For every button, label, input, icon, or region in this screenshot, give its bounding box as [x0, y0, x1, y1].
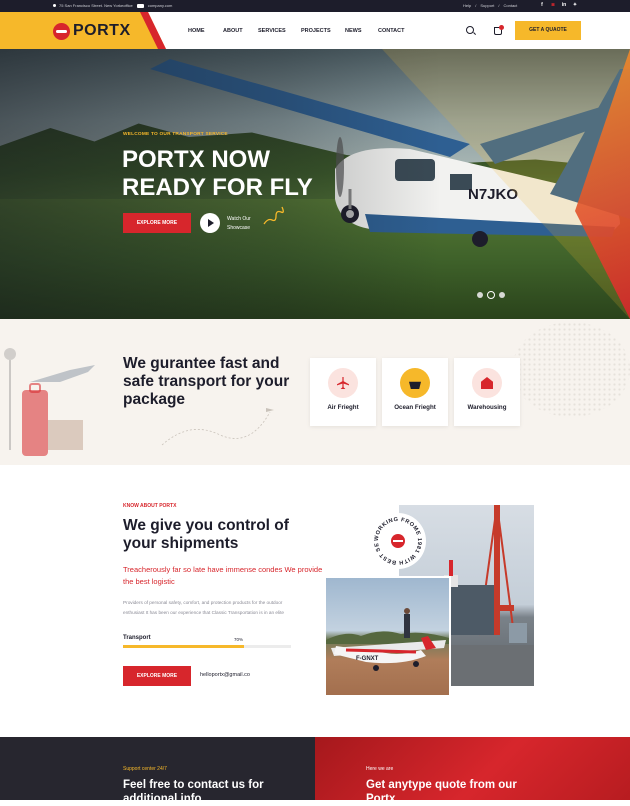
support-subtitle: Support center 24/7: [123, 766, 167, 772]
slider-dot[interactable]: [477, 292, 483, 298]
link-separator: /: [475, 3, 477, 8]
location-icon: [53, 4, 56, 7]
slider-dot-active[interactable]: [487, 291, 495, 299]
logo-mark-icon: [53, 22, 70, 40]
nav-contact[interactable]: CONTACT: [378, 28, 404, 34]
cart-badge: [499, 25, 504, 30]
email-suffix: company.com: [147, 3, 173, 8]
get-quote-button[interactable]: GET A QUAOTE: [515, 21, 581, 40]
service-card-label: Air Frieght: [327, 404, 359, 411]
small-plane-image: F-GNXT: [324, 576, 451, 697]
logo-text: PORTX: [73, 22, 131, 39]
about-title: We give you control of your shipments: [123, 517, 289, 552]
nav-services[interactable]: SERVICES: [258, 28, 301, 34]
hero-title: PORTX NOW READY FOR FLY: [122, 146, 313, 201]
contact-link[interactable]: Contact: [504, 3, 518, 8]
address-text: 75 San Francisco Street. New Yorkeoffice: [59, 3, 133, 8]
nav-news[interactable]: NEWS: [345, 28, 378, 34]
squiggle-icon: [263, 206, 284, 225]
play-icon[interactable]: [200, 213, 220, 233]
about-highlight: Treacherously far so late have immense c…: [123, 565, 323, 586]
twitter-icon[interactable]: ✦: [572, 2, 578, 9]
hero-explore-button[interactable]: EXPLORE MORE: [123, 213, 191, 233]
service-card-label: Ocean Frieght: [394, 404, 436, 411]
top-links: Help / Support / Contact: [463, 3, 517, 8]
slider-dots: [477, 291, 505, 299]
support-link[interactable]: Support: [480, 3, 494, 8]
warehouse-icon: [472, 368, 502, 398]
about-text: Providers of personal safety, comfort, a…: [123, 600, 285, 615]
instagram-icon[interactable]: ◙: [550, 2, 556, 9]
support-title: Feel free to contact us for additional i…: [123, 779, 264, 805]
service-card-label: Warehousing: [467, 404, 507, 411]
help-link[interactable]: Help: [463, 3, 471, 8]
progress-fill: [123, 645, 244, 648]
watch-showcase-link[interactable]: Watch Our Showcase: [227, 215, 262, 233]
mail-icon: [136, 3, 144, 8]
nav-about[interactable]: ABOUT: [223, 28, 258, 34]
hero-subtitle: WELCOME TO OUR TRANSPORT SERVICE: [123, 132, 228, 137]
linkedin-icon[interactable]: in: [561, 2, 567, 9]
link-separator: /: [498, 3, 500, 8]
progress-value: 70%: [234, 637, 244, 642]
progress-label: Transport: [123, 635, 151, 641]
service-card-warehouse[interactable]: Warehousing: [454, 358, 520, 426]
dotted-map-decoration: [512, 322, 630, 417]
progress-bar: [123, 645, 291, 648]
service-card-ocean[interactable]: Ocean Frieght: [382, 358, 448, 426]
experience-badge: WORKING FROME 1981 WITH BEST SERVICE: [369, 512, 426, 569]
svg-text:F-GNXT: F-GNXT: [356, 656, 379, 662]
travel-illustration: [4, 348, 95, 456]
ship-icon: [400, 368, 430, 398]
quote-subtitle: Here we are: [366, 766, 394, 772]
main-nav: HOME ABOUT SERVICES PROJECTS NEWS CONTAC…: [188, 28, 404, 34]
facebook-icon[interactable]: f: [539, 2, 545, 9]
logo[interactable]: PORTX: [53, 22, 131, 40]
service-card-air[interactable]: Air Frieght: [310, 358, 376, 426]
search-icon[interactable]: [466, 26, 474, 34]
contact-email[interactable]: helloportx@gmail.co: [200, 672, 250, 678]
address: 75 San Francisco Street. New Yorkeoffice…: [53, 3, 172, 8]
nav-home[interactable]: HOME: [188, 28, 223, 34]
about-subtitle: KNOW ABOUT PORTX: [123, 503, 177, 509]
quote-title: Get anytype quote from our Portx: [366, 779, 517, 805]
plane-icon: [328, 368, 358, 398]
social-links: f ◙ in ✦: [539, 2, 578, 9]
top-bar: 75 San Francisco Street. New Yorkeoffice…: [0, 0, 630, 12]
flight-path-decoration: [161, 408, 274, 446]
slider-dot[interactable]: [499, 292, 505, 298]
nav-projects[interactable]: PROJECTS: [301, 28, 345, 34]
about-explore-button[interactable]: EXPLORE MORE: [123, 666, 191, 686]
